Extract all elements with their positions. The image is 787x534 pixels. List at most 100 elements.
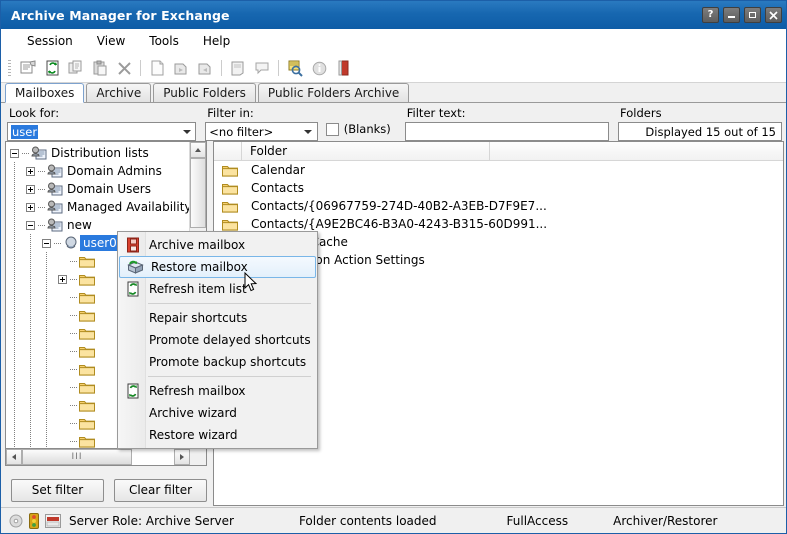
context-menu-item[interactable]: Promote delayed shortcuts	[118, 329, 317, 351]
folder-list-row[interactable]: Contacts	[214, 179, 783, 197]
maximize-button[interactable]	[744, 7, 761, 23]
folder-name: Contacts	[242, 181, 304, 195]
book-icon[interactable]	[332, 57, 354, 79]
tab-public-folders-archive[interactable]: Public Folders Archive	[258, 83, 409, 102]
tree-expander[interactable]	[22, 203, 38, 212]
blanks-checkbox[interactable]	[326, 123, 339, 136]
tab-mailboxes[interactable]: Mailboxes	[5, 83, 84, 103]
context-menu-item-label: Promote backup shortcuts	[144, 355, 306, 369]
scroll-right-button[interactable]	[174, 449, 190, 465]
tree-node-icon	[62, 235, 80, 251]
help-button[interactable]: ?	[702, 7, 719, 23]
tree-expander[interactable]	[22, 167, 38, 176]
tree-horizontal-scrollbar[interactable]: III	[5, 449, 207, 466]
traffic-light-icon	[29, 513, 39, 529]
context-menu-item[interactable]: Refresh item list	[118, 278, 317, 300]
context-menu-item[interactable]: Promote backup shortcuts	[118, 351, 317, 373]
properties-icon[interactable]	[17, 57, 39, 79]
folder-icon	[79, 435, 95, 448]
context-menu-item[interactable]: Archive mailbox	[118, 234, 317, 256]
tree-connector	[38, 171, 46, 172]
new-document-icon[interactable]	[146, 57, 168, 79]
context-menu-item[interactable]: Restore mailbox	[119, 256, 316, 278]
copy-icon[interactable]	[65, 57, 87, 79]
context-menu-item[interactable]: Refresh mailbox	[118, 380, 317, 402]
status-access: FullAccess	[507, 514, 569, 528]
tree-expander[interactable]	[38, 239, 54, 248]
folder-list-row[interactable]: Calendar	[214, 161, 783, 179]
tree-indent-guide	[6, 234, 22, 252]
tree-indent-guide	[22, 378, 38, 396]
tree-scroll-thumb[interactable]	[190, 158, 206, 228]
column-header-icon[interactable]	[214, 142, 242, 160]
distribution-list-icon	[47, 218, 63, 232]
tree-expander[interactable]	[54, 275, 70, 284]
plus-icon[interactable]	[26, 203, 35, 212]
window-title: Archive Manager for Exchange	[11, 8, 702, 23]
toolbar-grip[interactable]	[8, 60, 11, 76]
tree-indent-guide	[22, 288, 38, 306]
tree-expander[interactable]	[22, 185, 38, 194]
minimize-button[interactable]	[723, 7, 740, 23]
context-menu[interactable]: Archive mailboxRestore mailboxRefresh it…	[117, 231, 318, 449]
menu-item-session[interactable]: Session	[15, 32, 85, 50]
tree-indent-guide	[6, 162, 22, 180]
toolbar	[1, 54, 786, 83]
save-icon[interactable]	[227, 57, 249, 79]
set-filter-button[interactable]: Set filter	[11, 479, 104, 502]
toolbar-separator	[221, 60, 222, 76]
close-button[interactable]	[765, 7, 782, 23]
tree-indent-guide	[22, 306, 38, 324]
mouse-cursor	[244, 272, 258, 296]
tree-indent-guide	[22, 270, 38, 288]
tree-node[interactable]: Distribution lists	[6, 144, 192, 162]
info-icon[interactable]	[308, 57, 330, 79]
tree-expander[interactable]	[6, 149, 22, 158]
tree-node-label: Domain Admins	[64, 164, 162, 178]
tree-indent-guide	[6, 198, 22, 216]
look-for-input[interactable]: user	[7, 122, 196, 141]
search-icon[interactable]	[284, 57, 306, 79]
menu-item-view[interactable]: View	[85, 32, 137, 50]
plus-icon[interactable]	[58, 275, 67, 284]
column-header-extra[interactable]	[490, 142, 783, 160]
refresh-item-list-icon[interactable]	[41, 57, 63, 79]
minus-icon[interactable]	[42, 239, 51, 248]
tab-archive[interactable]: Archive	[86, 83, 151, 102]
archive-server-icon	[45, 514, 61, 528]
tab-public-folders[interactable]: Public Folders	[153, 83, 256, 102]
restore-shortcut-icon[interactable]	[194, 57, 216, 79]
tree-node[interactable]: Domain Admins	[6, 162, 192, 180]
filter-in-select[interactable]: <no filter>	[205, 122, 317, 141]
plus-icon[interactable]	[26, 167, 35, 176]
scroll-up-button[interactable]	[190, 142, 206, 158]
paste-icon[interactable]	[89, 57, 111, 79]
blanks-label: (Blanks)	[344, 122, 391, 136]
chevron-down-icon[interactable]	[300, 123, 317, 140]
tree-expander[interactable]	[22, 221, 38, 230]
close-icon	[769, 11, 778, 20]
minus-icon[interactable]	[10, 149, 19, 158]
tree-hscroll-thumb[interactable]: III	[22, 449, 132, 465]
toolbar-separator	[140, 60, 141, 76]
column-header-folder[interactable]: Folder	[242, 142, 490, 160]
comment-icon[interactable]	[251, 57, 273, 79]
minus-icon[interactable]	[26, 221, 35, 230]
delete-icon[interactable]	[113, 57, 135, 79]
tree-node-icon	[78, 433, 96, 448]
folder-list-row[interactable]: Contacts/{06967759-274D-40B2-A3EB-D7F9E7…	[214, 197, 783, 215]
menu-item-help[interactable]: Help	[191, 32, 242, 50]
status-icons	[1, 513, 69, 529]
scroll-left-button[interactable]	[6, 449, 22, 465]
context-menu-item[interactable]: Archive wizard	[118, 402, 317, 424]
tree-node[interactable]: Domain Users	[6, 180, 192, 198]
context-menu-item[interactable]: Repair shortcuts	[118, 307, 317, 329]
chevron-down-icon[interactable]	[178, 123, 195, 140]
clear-filter-button[interactable]: Clear filter	[114, 479, 207, 502]
context-menu-item[interactable]: Restore wizard	[118, 424, 317, 446]
plus-icon[interactable]	[26, 185, 35, 194]
filter-text-input[interactable]	[405, 122, 609, 141]
tree-node[interactable]: Managed Availability Serv	[6, 198, 192, 216]
menu-item-tools[interactable]: Tools	[137, 32, 191, 50]
archive-shortcut-icon[interactable]	[170, 57, 192, 79]
